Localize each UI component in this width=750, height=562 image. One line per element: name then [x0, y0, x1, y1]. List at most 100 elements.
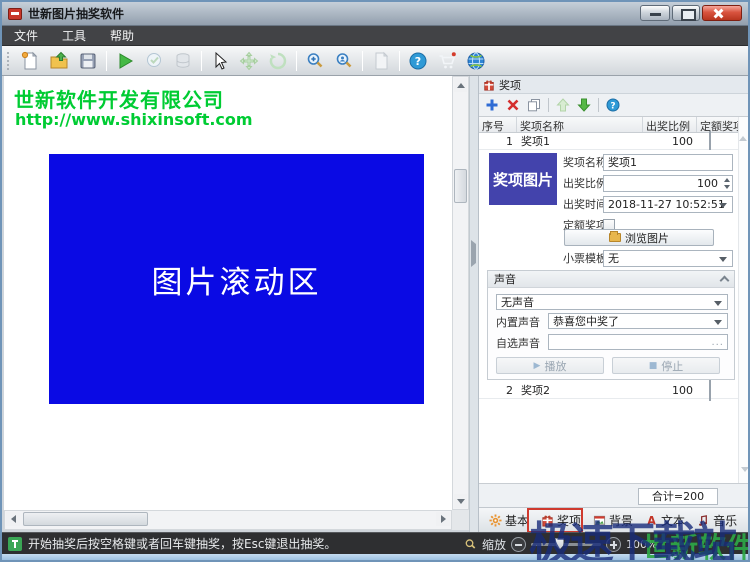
verify-icon — [143, 50, 165, 72]
row1-no: 1 — [506, 134, 513, 148]
browse-sound-button[interactable]: ... — [711, 336, 724, 349]
list-scroll-down-icon[interactable] — [741, 467, 748, 472]
custom-sound-input[interactable]: ... — [548, 334, 728, 350]
company-name: 世新软件开发有限公司 — [14, 88, 224, 112]
tab-basic-label: 基本 — [505, 513, 530, 528]
prize-list-scrollbar[interactable] — [738, 117, 748, 483]
open-file-icon[interactable] — [48, 50, 70, 72]
row2-ratio: 100 — [672, 383, 693, 397]
app-window: 世新图片抽奖软件 文件 工具 帮助 ? 世新软件开发有限公司 http://ww… — [0, 0, 750, 562]
stop-sound-button[interactable]: ■ 停止 — [612, 357, 720, 374]
vertical-scroll-thumb[interactable] — [454, 169, 467, 203]
document-icon — [370, 50, 392, 72]
panel-splitter[interactable] — [469, 76, 478, 532]
database-icon — [172, 50, 194, 72]
prize-help-icon[interactable]: ? — [606, 98, 620, 112]
add-prize-icon[interactable] — [485, 98, 499, 112]
close-button[interactable] — [702, 5, 742, 21]
column-header-quota[interactable]: 定额奖项 — [697, 117, 739, 132]
move-icon — [238, 50, 260, 72]
maximize-button[interactable] — [672, 5, 700, 21]
status-info-icon — [8, 536, 22, 551]
rotate-icon — [267, 50, 289, 72]
prize-time-dropdown[interactable]: 2018-11-27 10:52:51 — [603, 196, 733, 213]
scroll-up-button[interactable] — [454, 78, 467, 92]
row1-name: 奖项1 — [521, 135, 550, 148]
menu-bar: 文件 工具 帮助 — [2, 26, 748, 46]
ticket-template-dropdown[interactable]: 无 — [603, 250, 733, 267]
toolbar-separator — [399, 50, 400, 71]
design-canvas[interactable]: 世新软件开发有限公司 http://www.shixinsoft.com 图片滚… — [4, 76, 452, 510]
menu-help[interactable]: 帮助 — [110, 27, 134, 44]
menu-tools[interactable]: 工具 — [62, 27, 86, 44]
column-header-ratio[interactable]: 出奖比例 — [643, 117, 697, 132]
play-sound-button[interactable]: ▶ 播放 — [496, 357, 604, 374]
horizontal-scroll-thumb[interactable] — [23, 512, 148, 526]
start-draw-icon[interactable] — [114, 50, 136, 72]
svg-text:?: ? — [415, 55, 421, 68]
scrollbar-corner — [452, 510, 469, 530]
magnifier-icon — [465, 538, 476, 549]
scroll-left-button[interactable] — [6, 512, 20, 526]
menu-file[interactable]: 文件 — [14, 27, 38, 44]
sound-mode-dropdown[interactable]: 无声音 — [496, 294, 728, 310]
new-document-icon[interactable] — [19, 50, 41, 72]
row1-ratio: 100 — [672, 134, 693, 148]
toolbar-separator — [362, 50, 363, 71]
canvas-vertical-scrollbar[interactable] — [452, 76, 469, 510]
toolbar-separator — [106, 50, 107, 71]
total-bar: 合计=200 — [479, 483, 748, 507]
browse-image-label: 浏览图片 — [625, 231, 669, 245]
row1-quota-checkbox[interactable] — [709, 130, 711, 152]
prize-ratio-value: 100 — [697, 177, 718, 190]
picture-scroll-area[interactable]: 图片滚动区 — [49, 154, 424, 404]
zoom-out-button[interactable] — [511, 536, 527, 552]
main-toolbar: ? — [2, 46, 748, 76]
toolbar-separator — [548, 98, 549, 112]
prize-panel-title: 奖项 — [499, 78, 521, 92]
scroll-down-button[interactable] — [454, 494, 467, 508]
prize-image-placeholder[interactable]: 奖项图片 — [489, 153, 557, 205]
spinner-buttons[interactable] — [724, 178, 730, 189]
copy-prize-icon[interactable] — [527, 98, 541, 112]
prize-name-input[interactable]: 奖项1 — [603, 154, 733, 171]
canvas-horizontal-scrollbar[interactable] — [4, 510, 452, 530]
list-scroll-up-icon[interactable] — [739, 117, 747, 141]
column-header-no[interactable]: 序号 — [479, 117, 517, 132]
scroll-right-button[interactable] — [436, 512, 450, 526]
app-icon — [8, 7, 22, 20]
stop-button-label: 停止 — [661, 359, 684, 373]
minimize-button[interactable] — [640, 5, 670, 21]
toolbar-separator — [296, 50, 297, 71]
prize-icon — [484, 80, 494, 91]
sound-group-header[interactable]: 声音 — [488, 271, 734, 288]
help-icon[interactable]: ? — [407, 50, 429, 72]
select-cursor-icon[interactable] — [209, 50, 231, 72]
prize-row-2[interactable]: 2 奖项2 100 — [479, 379, 739, 401]
save-icon[interactable] — [77, 50, 99, 72]
column-header-name[interactable]: 奖项名称 — [517, 117, 643, 132]
zoom-label: 缩放 — [482, 537, 507, 552]
builtin-sound-dropdown[interactable]: 恭喜您中奖了 — [548, 313, 728, 329]
shop-cart-icon[interactable] — [436, 50, 458, 72]
delete-prize-icon[interactable] — [506, 98, 520, 112]
zoom-out-icon[interactable] — [333, 50, 355, 72]
play-button-label: 播放 — [544, 359, 567, 373]
prize-list: 序号 奖项名称 出奖比例 定额奖项 1 奖项1 100 奖项图片 奖项名称 奖项… — [479, 116, 748, 483]
title-bar: 世新图片抽奖软件 — [2, 2, 748, 26]
sound-group: 声音 无声音 内置声音 恭喜您中奖了 自选声音 ... ▶ 播放 ■ 停止 — [487, 270, 735, 380]
toolbar-separator — [201, 50, 202, 71]
prize-ratio-input[interactable]: 100 — [603, 175, 733, 192]
svg-text:?: ? — [610, 102, 615, 112]
collapse-chevron-icon[interactable] — [719, 275, 730, 286]
website-icon[interactable] — [465, 50, 487, 72]
row2-quota-checkbox[interactable] — [709, 379, 711, 401]
play-icon: ▶ — [533, 360, 541, 371]
builtin-sound-label: 内置声音 — [496, 316, 540, 329]
browse-image-button[interactable]: 浏览图片 — [564, 229, 714, 246]
zoom-in-icon[interactable] — [304, 50, 326, 72]
prize-row-1[interactable]: 1 奖项1 100 — [479, 130, 739, 152]
splitter-collapse-icon[interactable] — [471, 240, 476, 267]
move-down-icon[interactable] — [577, 98, 591, 112]
toolbar-grip — [6, 50, 10, 71]
